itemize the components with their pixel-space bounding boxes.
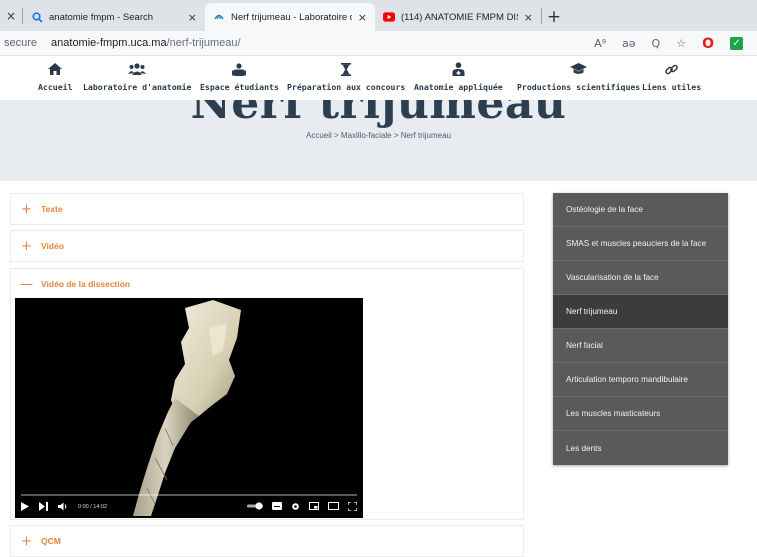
accordion-header[interactable]: + Texte — [11, 194, 523, 224]
nav-label: Espace étudiants — [200, 82, 279, 92]
volume-icon[interactable] — [58, 502, 68, 513]
plus-icon: + — [21, 238, 32, 254]
new-tab-button[interactable]: + — [542, 3, 566, 31]
security-label[interactable]: secure — [4, 37, 37, 49]
plus-icon: + — [21, 533, 32, 549]
url-host[interactable]: anatomie-fmpm.uca.ma — [51, 37, 167, 49]
accordion-label: Vidéo de la dissection — [41, 279, 131, 289]
close-icon[interactable]: × — [358, 11, 367, 24]
tab-title: Nerf trijumeau - Laboratoire d'an — [231, 11, 352, 23]
accordion-label: Vidéo — [41, 241, 64, 251]
accordion-label: Texte — [41, 204, 63, 214]
doctor-icon — [452, 61, 465, 77]
nav-label: Préparation aux concours — [287, 82, 406, 92]
tab-title: anatomie fmpm - Search — [49, 11, 154, 23]
accordion-label: QCM — [41, 536, 61, 546]
fullscreen-icon[interactable] — [347, 500, 358, 513]
close-icon[interactable]: × — [524, 11, 533, 24]
nav-item-espace-etudiants[interactable]: Espace étudiants — [200, 61, 279, 92]
theater-mode-icon[interactable] — [328, 502, 339, 512]
browser-tab-strip: × anatomie fmpm - Search × Nerf trijumea… — [0, 0, 757, 31]
subtitles-icon[interactable] — [272, 502, 282, 512]
dissection-video-frame — [133, 300, 241, 516]
url-path[interactable]: /nerf-trijumeau/ — [167, 37, 241, 49]
sidebar-item-vascularisation[interactable]: Vascularisation de la face — [553, 261, 728, 295]
nav-label: Productions scientifiques — [517, 82, 641, 92]
graduation-cap-icon — [570, 61, 588, 77]
miniplayer-icon[interactable] — [309, 502, 319, 512]
accordion-video[interactable]: + Vidéo — [10, 230, 524, 262]
site-nav: Accueil Laboratoire d'anatomie Espace ét… — [0, 57, 757, 100]
nav-item-laboratoire[interactable]: Laboratoire d'anatomie — [83, 61, 191, 92]
students-icon — [232, 61, 247, 77]
next-icon[interactable] — [39, 501, 48, 513]
page-hero: Nerf trijumeau Accueil > Maxillo-faciale… — [0, 100, 757, 181]
nav-item-accueil[interactable]: Accueil — [38, 61, 73, 92]
nav-item-anatomie-appliquee[interactable]: Anatomie appliquée — [414, 61, 503, 92]
accordion-header[interactable]: — Vidéo de la dissection — [11, 269, 523, 299]
nav-item-productions[interactable]: Productions scientifiques — [517, 61, 640, 92]
accordion-header[interactable]: + Vidéo — [11, 231, 523, 261]
extension-check-icon[interactable]: ✓ — [730, 37, 743, 50]
favorite-star-icon[interactable]: ☆ — [676, 37, 686, 50]
nav-label: Liens utiles — [642, 82, 702, 92]
minus-icon: — — [20, 276, 33, 292]
breadcrumb[interactable]: Accueil > Maxillo-faciale > Nerf trijume… — [0, 131, 757, 140]
nav-label: Anatomie appliquée — [414, 82, 503, 92]
tab-youtube[interactable]: (114) ANATOMIE FMPM DISS NE × — [375, 3, 541, 31]
accordion-qcm[interactable]: + QCM — [10, 525, 524, 557]
nav-item-preparation[interactable]: Préparation aux concours — [287, 61, 405, 92]
plus-icon: + — [21, 201, 32, 217]
video-right-controls — [247, 500, 358, 513]
address-bar-actions: A⁹ aə Q ☆ O ✓ — [594, 31, 743, 56]
sidebar-item-nerf-facial[interactable]: Nerf facial — [553, 329, 728, 363]
video-controls: 0:00 / 14:02 — [15, 496, 363, 518]
nav-label: Laboratoire d'anatomie — [83, 82, 192, 92]
accordion-texte[interactable]: + Texte — [10, 193, 524, 225]
sidebar-item-muscles-masticateurs[interactable]: Les muscles masticateurs — [553, 397, 728, 431]
nav-item-liens-utiles[interactable]: Liens utiles — [642, 61, 701, 92]
link-icon — [665, 61, 678, 77]
translate-icon[interactable]: aə — [622, 37, 636, 50]
home-icon — [48, 61, 63, 77]
sidebar-menu: Ostéologie de la face SMAS et muscles pe… — [553, 193, 728, 465]
page-title: Nerf trijumeau — [190, 100, 567, 129]
autoplay-toggle-icon[interactable] — [247, 502, 263, 512]
sidebar-item-articulation[interactable]: Articulation temporo mandibulaire — [553, 363, 728, 397]
search-icon — [31, 11, 43, 23]
close-icon[interactable]: × — [188, 11, 197, 24]
close-icon[interactable]: × — [0, 0, 22, 31]
settings-gear-icon[interactable] — [291, 502, 300, 513]
hourglass-icon — [341, 61, 352, 77]
tab-search[interactable]: anatomie fmpm - Search × — [23, 3, 205, 31]
tab-title: (114) ANATOMIE FMPM DISS NE — [401, 11, 518, 23]
tab-nerf-trijumeau[interactable]: Nerf trijumeau - Laboratoire d'an × — [205, 3, 375, 31]
video-time: 0:00 / 14:02 — [78, 504, 108, 510]
play-icon[interactable] — [21, 501, 29, 513]
video-player[interactable]: 0:00 / 14:02 — [15, 298, 363, 518]
opera-icon[interactable]: O — [702, 36, 714, 52]
address-bar[interactable]: secure anatomie-fmpm.uca.ma/nerf-trijume… — [0, 31, 757, 56]
users-icon — [128, 61, 147, 77]
nav-label: Accueil — [38, 82, 73, 92]
accordion-header[interactable]: + QCM — [11, 526, 523, 556]
sidebar-item-nerf-trijumeau[interactable]: Nerf trijumeau — [553, 295, 728, 329]
read-aloud-icon[interactable]: A⁹ — [594, 37, 606, 50]
sidebar-item-smas[interactable]: SMAS et muscles peauciers de la face — [553, 227, 728, 261]
youtube-icon — [383, 11, 395, 23]
sidebar-item-osteologie[interactable]: Ostéologie de la face — [553, 193, 728, 227]
zoom-icon[interactable]: Q — [652, 37, 661, 50]
site-logo-icon — [213, 11, 225, 23]
sidebar-item-dents[interactable]: Les dents — [553, 431, 728, 465]
